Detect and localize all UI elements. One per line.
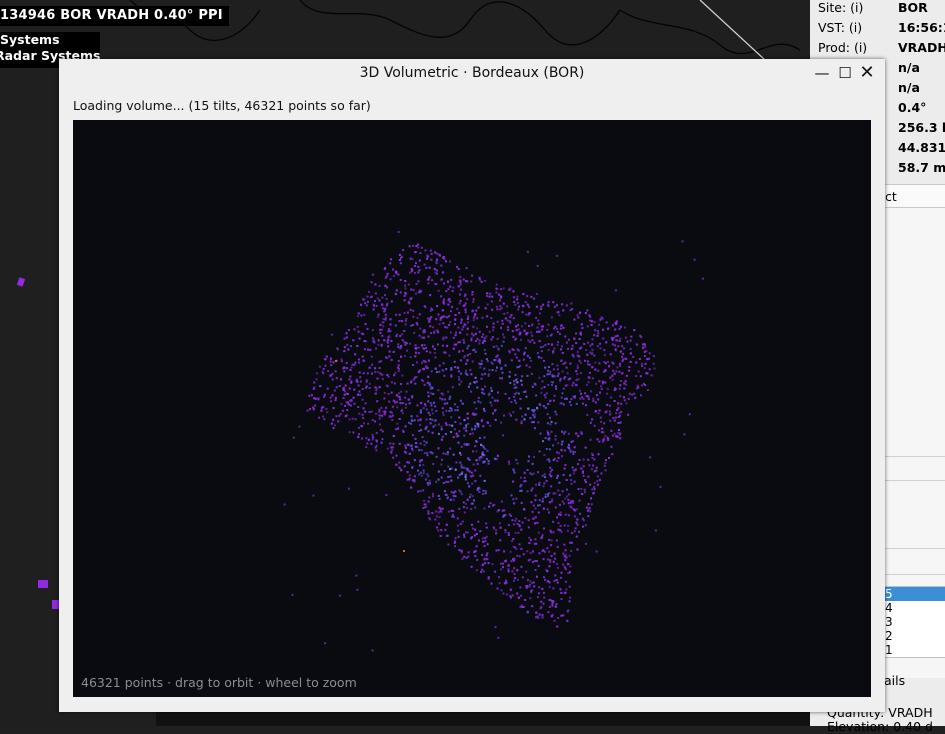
info-label: Site: (i) xyxy=(818,0,864,15)
3d-viewport[interactable]: 46321 points · drag to orbit · wheel to … xyxy=(73,120,871,697)
panel-tab[interactable]: ct xyxy=(883,184,945,208)
info-value: 44.8315 xyxy=(898,140,945,155)
panel-divider xyxy=(884,548,945,549)
minimize-icon[interactable]: — xyxy=(814,65,830,81)
panel-divider xyxy=(884,480,945,481)
info-row: Site: (i) BOR xyxy=(818,0,928,20)
point-cloud xyxy=(283,231,704,652)
panel-divider xyxy=(884,574,945,575)
map-bottom-strip xyxy=(156,712,810,726)
info-row: Prod: (i) VRADH xyxy=(818,40,945,60)
viewport-hint: 46321 points · drag to orbit · wheel to … xyxy=(81,675,357,690)
dialog-title[interactable]: 3D Volumetric · Bordeaux (BOR) xyxy=(59,59,885,87)
info-value: n/a xyxy=(898,60,920,75)
loading-status: Loading volume... (15 tilts, 46321 point… xyxy=(73,98,371,113)
info-value: 58.7 m/s xyxy=(898,160,945,175)
panel-divider xyxy=(884,456,945,457)
tilt-item[interactable]: 2 xyxy=(885,629,945,643)
info-value: VRADH xyxy=(898,40,945,55)
info-label: Prod: (i) xyxy=(818,40,868,55)
tilt-item[interactable]: 3 xyxy=(885,615,945,629)
tilt-item[interactable]: 5 xyxy=(885,587,945,601)
info-value: 16:56:10 xyxy=(898,20,945,35)
map-title: 134946 BOR VRADH 0.40° PPI xyxy=(0,6,229,26)
legend-item: Systems xyxy=(0,32,60,47)
panel-group-box: 54321 ails xyxy=(883,208,945,688)
point-cloud-points xyxy=(283,231,704,652)
close-icon[interactable]: ✕ xyxy=(859,64,875,82)
elevation-label: Elevation: 0.40 d xyxy=(827,719,933,734)
info-value: 256.3 km xyxy=(898,120,945,135)
info-value: 0.4° xyxy=(898,100,927,115)
volumetric-dialog: 3D Volumetric · Bordeaux (BOR) — ☐ ✕ Loa… xyxy=(59,59,885,712)
maximize-icon[interactable]: ☐ xyxy=(837,65,853,81)
info-label: VST: (i) xyxy=(818,20,863,35)
tilt-item[interactable]: 4 xyxy=(885,601,945,615)
info-value: n/a xyxy=(898,80,920,95)
tilt-list[interactable]: 54321 xyxy=(884,586,945,658)
details-button[interactable]: ails xyxy=(884,670,945,692)
info-value: BOR xyxy=(898,0,928,15)
tilt-item[interactable]: 1 xyxy=(885,643,945,657)
info-row: VST: (i) 16:56:10 xyxy=(818,20,945,40)
